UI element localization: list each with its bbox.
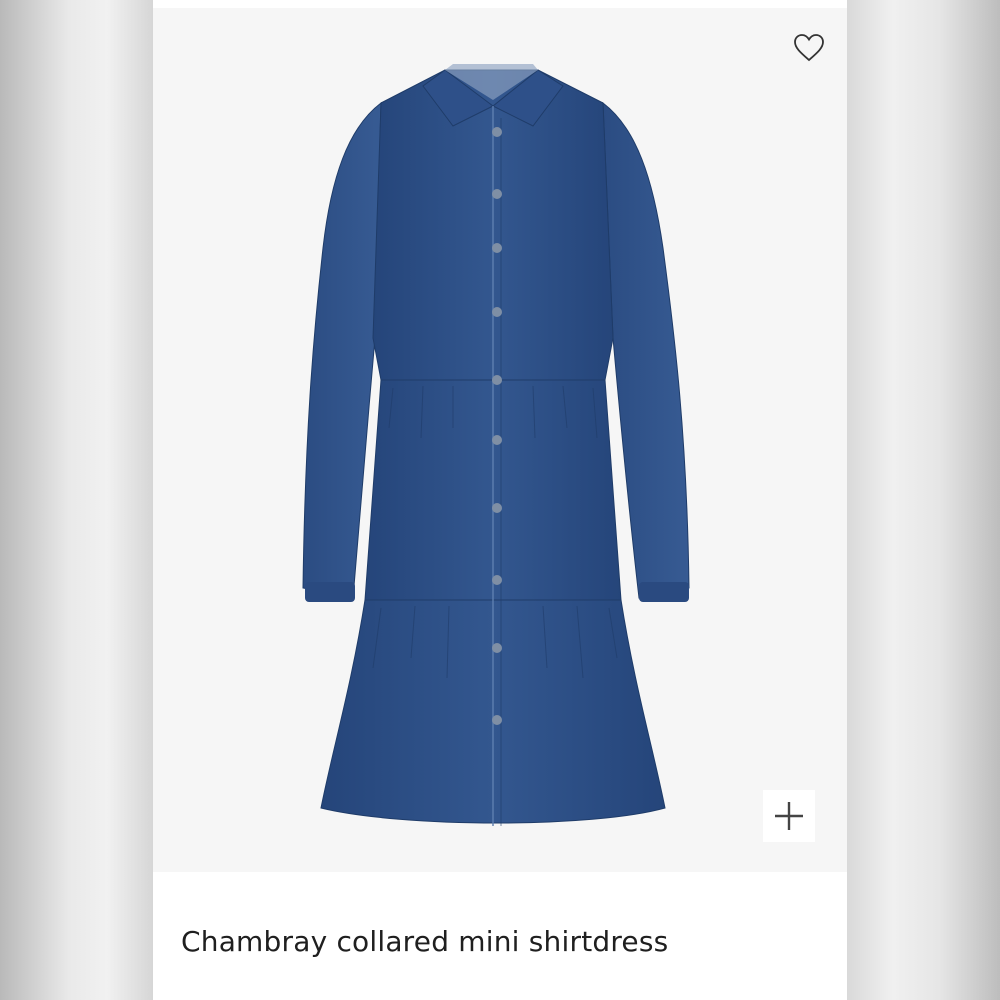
- add-button[interactable]: [763, 790, 815, 842]
- product-title[interactable]: Chambray collared mini shirtdress: [181, 925, 668, 958]
- left-blurred-border: [0, 0, 153, 1000]
- product-card[interactable]: Chambray collared mini shirtdress: [153, 0, 847, 1000]
- product-image[interactable]: [153, 8, 847, 872]
- favorite-button[interactable]: [789, 28, 829, 68]
- right-blurred-border: [847, 0, 1000, 1000]
- denim-shirtdress-image: [302, 64, 690, 826]
- plus-icon: [775, 802, 803, 830]
- heart-icon: [794, 34, 824, 62]
